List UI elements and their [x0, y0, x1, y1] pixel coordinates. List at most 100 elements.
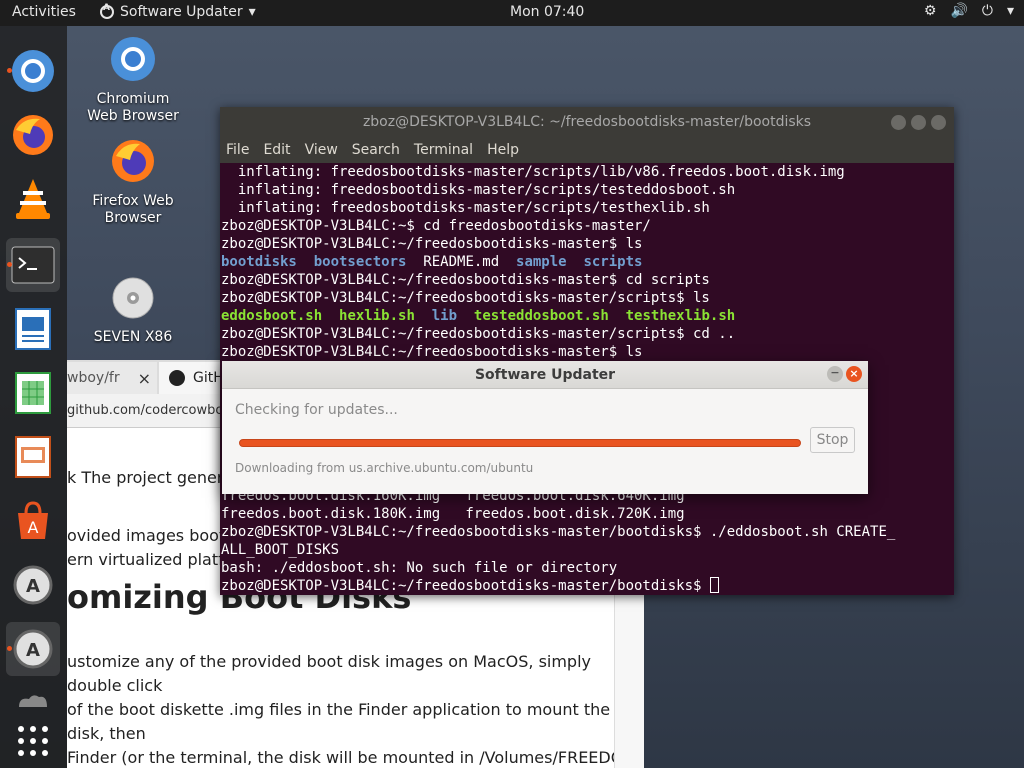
dock-item-vlc[interactable]: [6, 172, 60, 226]
terminal-line: freedos.boot.disk.180K.img freedos.boot.…: [221, 506, 685, 522]
terminal-menu-bar: File Edit View Search Terminal Help: [220, 139, 954, 163]
software-updater-icon: [100, 3, 114, 19]
app-menu[interactable]: Software Updater ▾: [100, 3, 256, 20]
dock-item-calc[interactable]: [6, 366, 60, 420]
dir-entry: bootdisks: [221, 254, 297, 270]
terminal-line: zboz@DESKTOP-V3LB4LC:~/freedosbootdisks-…: [221, 236, 643, 252]
dir-entry: bootsectors: [313, 254, 407, 270]
update-status: Checking for updates...: [235, 402, 398, 418]
app-menu-label: Software Updater: [120, 4, 243, 20]
volume-icon[interactable]: 🔊: [950, 3, 967, 19]
dock-item-ubuntu-software[interactable]: A: [6, 494, 60, 548]
menu-terminal[interactable]: Terminal: [414, 142, 473, 163]
chromium-icon: [83, 36, 183, 87]
terminal-line-ls: bootdisks bootsectors README.md sample s…: [221, 253, 954, 271]
terminal-cursor: [709, 577, 719, 593]
terminal-line: zboz@DESKTOP-V3LB4LC:~/freedosbootdisks-…: [221, 344, 643, 360]
dock-item-impress[interactable]: [6, 430, 60, 484]
menu-help[interactable]: Help: [487, 142, 519, 163]
terminal-line: zboz@DESKTOP-V3LB4LC:~/freedosbootdisks-…: [221, 272, 710, 288]
network-icon[interactable]: ⚙: [924, 3, 937, 19]
cloud-icon: [19, 695, 47, 707]
dir-entry: scripts: [583, 254, 643, 270]
desktop-icon-chromium[interactable]: Chromium Web Browser: [83, 36, 183, 125]
download-source: Downloading from us.archive.ubuntu.com/u…: [235, 461, 534, 475]
vlc-icon: [16, 179, 50, 219]
menu-file[interactable]: File: [226, 142, 249, 163]
terminal-line: zboz@DESKTOP-V3LB4LC:~/freedosbootdisks-…: [221, 524, 896, 540]
software-updater-dialog[interactable]: Software Updater − × Checking for update…: [222, 361, 868, 494]
dock-item-chromium[interactable]: [6, 44, 60, 98]
window-title: zboz@DESKTOP-V3LB4LC: ~/freedosbootdisks…: [362, 114, 812, 130]
dock-item-terminal[interactable]: [6, 238, 60, 292]
svg-text:A: A: [26, 640, 40, 661]
power-icon[interactable]: ⏻: [982, 3, 993, 19]
dock-item-software-updater-active[interactable]: A: [6, 622, 60, 676]
terminal-title-bar[interactable]: zboz@DESKTOP-V3LB4LC: ~/freedosbootdisks…: [220, 107, 954, 139]
desktop-icon-seven-x86[interactable]: SEVEN X86: [83, 276, 183, 346]
minimize-icon[interactable]: −: [827, 366, 843, 382]
stop-button[interactable]: Stop: [810, 427, 855, 453]
github-icon: [169, 370, 185, 386]
terminal-line: bash: ./eddosboot.sh: No such file or di…: [221, 560, 618, 576]
clock[interactable]: Mon 07:40: [510, 4, 584, 20]
close-icon[interactable]: ×: [846, 366, 862, 382]
prompt: zboz@DESKTOP-V3LB4LC:~/freedosbootdisks-…: [221, 578, 710, 594]
system-tray[interactable]: ⚙ 🔊 ⏻ ▾: [924, 3, 1014, 19]
svg-text:A: A: [28, 518, 39, 537]
software-updater-icon: A: [13, 629, 53, 669]
url-text: github.com/codercowboy/f: [67, 403, 240, 418]
close-tab-icon[interactable]: ×: [138, 369, 151, 388]
dock-item-writer[interactable]: [6, 302, 60, 356]
dock-item-software-updater[interactable]: A: [6, 558, 60, 612]
writer-icon: [15, 308, 51, 350]
chevron-down-icon[interactable]: ▾: [1007, 3, 1014, 19]
activities-button[interactable]: Activities: [12, 4, 76, 20]
file-entry: README.md: [423, 254, 500, 270]
minimize-icon[interactable]: [891, 115, 906, 130]
menu-view[interactable]: View: [305, 142, 338, 163]
running-indicator: [7, 646, 12, 651]
running-indicator: [7, 68, 12, 73]
running-indicator: [7, 262, 12, 267]
exec-entry: testeddosboot.sh: [473, 308, 609, 324]
paragraph: ustomize any of the provided boot disk i…: [67, 652, 640, 767]
grid-icon: [18, 726, 48, 756]
dock-item-updates[interactable]: [6, 690, 60, 710]
show-applications-button[interactable]: [6, 714, 60, 768]
firefox-icon: [13, 115, 53, 155]
browser-tab[interactable]: wboy/fr ×: [67, 362, 157, 394]
terminal-line: zboz@DESKTOP-V3LB4LC:~$ cd freedosbootdi…: [221, 218, 651, 234]
ubuntu-software-icon: A: [18, 501, 48, 539]
menu-edit[interactable]: Edit: [263, 142, 290, 163]
terminal-window[interactable]: zboz@DESKTOP-V3LB4LC: ~/freedosbootdisks…: [220, 107, 954, 595]
firefox-icon: [83, 138, 183, 189]
chevron-down-icon: ▾: [248, 4, 256, 20]
terminal-line: inflating: freedosbootdisks-master/scrip…: [221, 182, 736, 198]
menu-search[interactable]: Search: [352, 142, 400, 163]
desktop-icon-firefox[interactable]: Firefox Web Browser: [83, 138, 183, 227]
dialog-title-bar[interactable]: Software Updater − ×: [222, 361, 868, 389]
disc-icon: [83, 276, 183, 325]
dir-entry: sample: [516, 254, 567, 270]
terminal-line: zboz@DESKTOP-V3LB4LC:~/freedosbootdisks-…: [221, 326, 736, 342]
progress-bar: [239, 439, 801, 447]
dock-item-firefox[interactable]: [6, 108, 60, 162]
exec-entry: testhexlib.sh: [625, 308, 736, 324]
close-icon[interactable]: [931, 115, 946, 130]
desktop-icon-label: SEVEN X86: [93, 329, 173, 345]
terminal-line: ALL_BOOT_DISKS: [221, 542, 340, 558]
dialog-title: Software Updater: [474, 367, 616, 383]
exec-entry: hexlib.sh: [339, 308, 415, 324]
desktop-icon-label: Firefox Web Browser: [92, 193, 174, 226]
terminal-line-ls: eddosboot.sh hexlib.sh lib testeddosboot…: [221, 307, 954, 325]
desktop-icon-label: Chromium Web Browser: [87, 91, 179, 124]
chromium-icon: [12, 50, 54, 92]
terminal-line: inflating: freedosbootdisks-master/scrip…: [221, 164, 845, 180]
calc-icon: [15, 372, 51, 414]
dock: A A A: [0, 26, 67, 768]
terminal-line: zboz@DESKTOP-V3LB4LC:~/freedosbootdisks-…: [221, 290, 710, 306]
maximize-icon[interactable]: [911, 115, 926, 130]
exec-entry: eddosboot.sh: [221, 308, 323, 324]
svg-text:A: A: [26, 576, 40, 597]
